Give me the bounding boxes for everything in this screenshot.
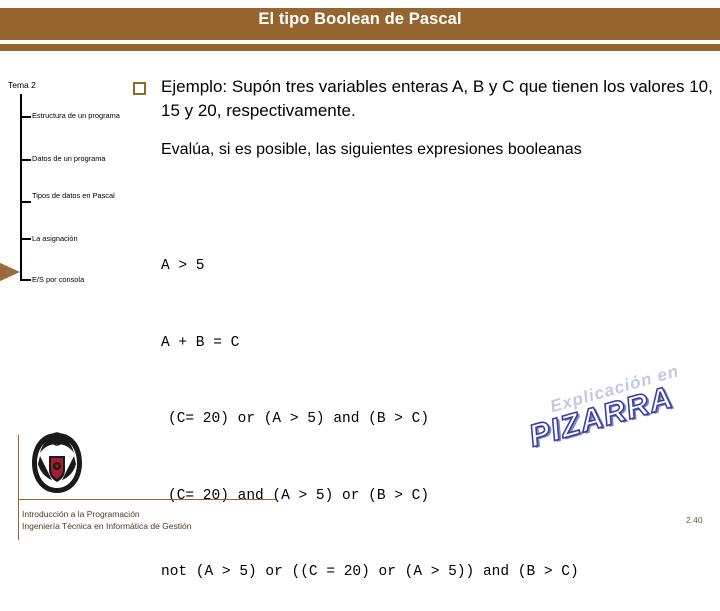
- active-section-arrow-icon: [0, 261, 20, 283]
- sidebar-tick: [20, 279, 31, 281]
- sidebar-item-datos-de-un-programa[interactable]: Datos de un programa: [32, 153, 130, 164]
- boolean-expressions-list: A > 5 A + B = C (C= 20) or (A > 5) and (…: [161, 203, 579, 611]
- footer-text: Introducción a la Programación Ingenierí…: [22, 509, 191, 532]
- title-underbar: [0, 44, 720, 51]
- expression-line: (C= 20) and (A > 5) or (B > C): [168, 487, 430, 504]
- sidebar-topic-label: Tema 2: [8, 80, 36, 90]
- footer-horizontal-rule: [18, 499, 276, 500]
- page-title: El tipo Boolean de Pascal: [258, 10, 462, 28]
- sidebar-tick: [20, 116, 31, 118]
- subheading-text: Evalúa, si es posible, las siguientes ex…: [161, 141, 582, 158]
- hollow-square-bullet-icon: [133, 82, 146, 95]
- bullet-item: Ejemplo: Supón tres variables enteras A,…: [133, 75, 713, 123]
- page-number: 2.40: [686, 515, 703, 525]
- sidebar-tick: [20, 238, 31, 240]
- slide-content: Ejemplo: Supón tres variables enteras A,…: [133, 75, 713, 161]
- expression-line: A + B = C: [161, 334, 240, 351]
- sidebar-item-es-por-consola[interactable]: E/S por consola: [32, 274, 130, 285]
- expression-line: (C= 20) or (A > 5) and (B > C): [168, 411, 430, 427]
- footer-course: Introducción a la Programación: [22, 509, 140, 519]
- expression-line: A > 5: [161, 258, 205, 274]
- sidebar-item-estructura-de-un-programa[interactable]: Estructura de un programa: [32, 110, 130, 121]
- sidebar-outline: Tema 2 Estructura de un programa Datos d…: [0, 80, 132, 300]
- footer-degree: Ingeniería Técnica en Informática de Ges…: [22, 520, 192, 531]
- expression-line: not (A > 5) or ((C = 20) or (A > 5)) and…: [161, 564, 579, 580]
- footer-vertical-rule: [18, 435, 19, 540]
- sidebar-item-la-asignacion[interactable]: La asignación: [32, 233, 130, 244]
- sidebar-tick: [20, 159, 31, 161]
- wordart-annotation: Explicación en PIZARRA: [520, 361, 710, 506]
- bullet-text: Ejemplo: Supón tres variables enteras A,…: [161, 77, 713, 120]
- sidebar-item-tipos-de-datos-en-pascal[interactable]: Tipos de datos en Pascal: [32, 190, 130, 201]
- university-crest-logo: [31, 432, 83, 494]
- sidebar-tick: [20, 201, 31, 203]
- sidebar-spine: [20, 94, 22, 281]
